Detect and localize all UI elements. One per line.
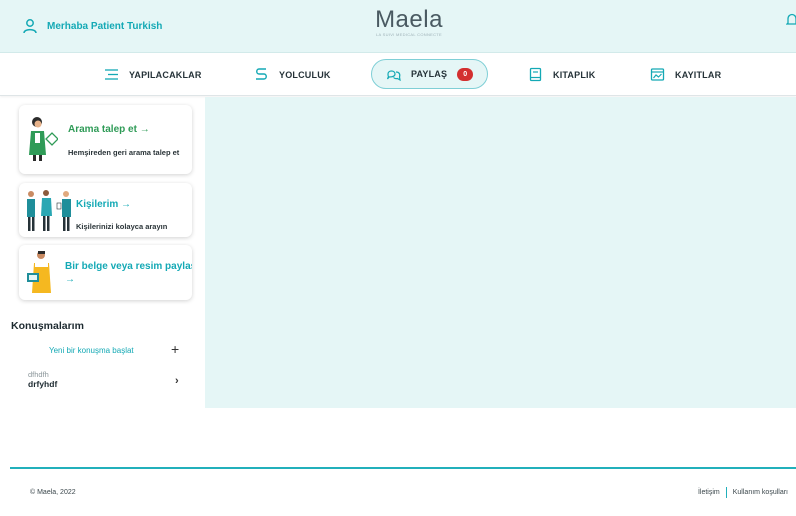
- card-title-arrow: →: [65, 274, 75, 285]
- chart-icon: [650, 68, 665, 81]
- card-title: Kişilerim →: [76, 199, 132, 210]
- contacts-card[interactable]: Kişilerim → Kişilerinizi kolayca arayın: [19, 183, 192, 237]
- logo-tagline: LA SUIVI MEDICAL CONNECTE: [375, 32, 443, 37]
- nurse-illustration: [29, 117, 58, 161]
- contact-link[interactable]: İletişim: [698, 489, 720, 496]
- terms-link[interactable]: Kullanım koşulları: [733, 489, 788, 496]
- tab-paylas[interactable]: PAYLAŞ 0: [371, 59, 489, 89]
- conversation-subtitle: dfhdfh: [28, 370, 49, 379]
- tab-kitaplik[interactable]: KITAPLIK: [528, 53, 595, 96]
- book-icon: [529, 67, 542, 82]
- notification-badge: 0: [457, 67, 474, 81]
- list-icon: [105, 69, 118, 80]
- route-icon: [256, 68, 267, 80]
- doctors-illustration: [27, 190, 71, 231]
- conversation-name: drfyhdf: [28, 379, 58, 389]
- user-icon: [23, 19, 37, 34]
- main-content-area: [205, 97, 796, 408]
- main-nav: YAPILACAKLAR YOLCULUK PAYLAŞ 0 KITAPLIK …: [0, 53, 796, 96]
- plus-icon[interactable]: +: [171, 341, 179, 357]
- tab-label: YOLCULUK: [279, 69, 331, 80]
- tab-label: YAPILACAKLAR: [129, 69, 202, 80]
- copyright: © Maela, 2022: [30, 489, 76, 496]
- greeting-text: Merhaba Patient Turkish: [47, 20, 163, 32]
- card-description: Hemşireden geri arama talep et: [68, 148, 180, 157]
- tab-label: PAYLAŞ: [411, 69, 448, 79]
- footer-separator: [725, 487, 727, 498]
- tab-kayitlar[interactable]: KAYITLAR: [650, 53, 721, 96]
- bell-icon[interactable]: [786, 13, 796, 27]
- new-conversation-link[interactable]: Yeni bir konuşma başlat: [49, 346, 134, 355]
- footer-links: İletişim Kullanım koşulları: [698, 487, 788, 498]
- chevron-right-icon: ›: [175, 375, 179, 387]
- chat-icon: [386, 69, 401, 81]
- tab-label: KAYITLAR: [675, 69, 722, 80]
- callback-request-card[interactable]: Arama talep et → Hemşireden geri arama t…: [19, 105, 192, 174]
- conversation-item[interactable]: dfhdfh drfyhdf ›: [28, 370, 183, 394]
- card-title: Bir belge veya resim paylaş: [65, 261, 192, 272]
- footer-divider: [10, 467, 796, 469]
- conversations-heading: Konuşmalarım: [11, 320, 84, 332]
- logo-wordmark: Maela: [375, 6, 443, 33]
- maela-logo[interactable]: Maela LA SUIVI MEDICAL CONNECTE: [369, 6, 449, 38]
- tab-yapilacaklar[interactable]: YAPILACAKLAR: [104, 53, 202, 96]
- tab-yolculuk[interactable]: YOLCULUK: [254, 53, 331, 96]
- person-document-illustration: [27, 251, 51, 293]
- top-header: Merhaba Patient Turkish Maela LA SUIVI M…: [0, 0, 796, 53]
- tab-label: KITAPLIK: [553, 69, 596, 80]
- card-description: Kişilerinizi kolayca arayın: [76, 222, 168, 231]
- card-title: Arama talep et →: [68, 124, 150, 135]
- user-greeting[interactable]: Merhaba Patient Turkish: [22, 18, 162, 34]
- share-document-card[interactable]: Bir belge veya resim paylaş →: [19, 245, 192, 300]
